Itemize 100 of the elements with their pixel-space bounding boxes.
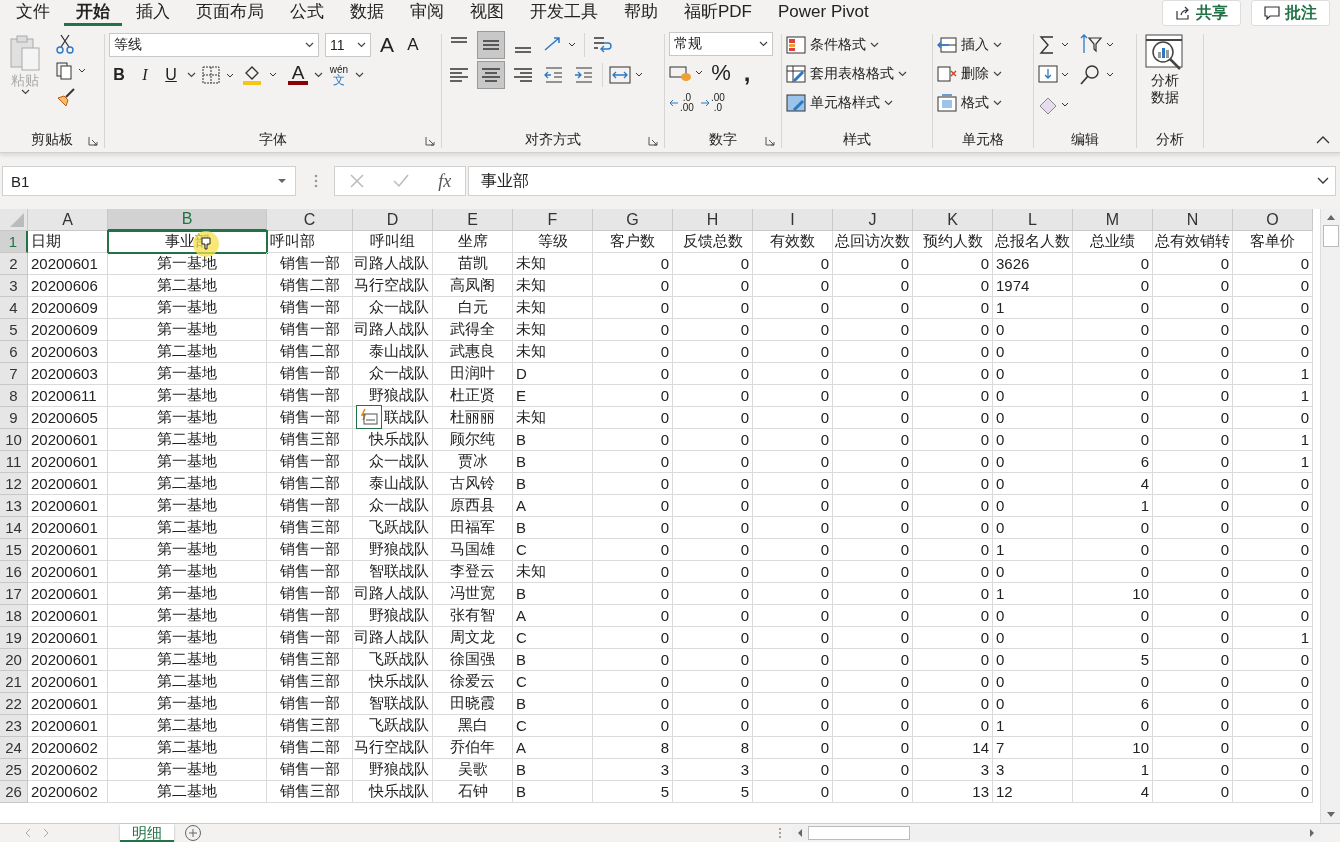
row-header[interactable]: 4	[0, 297, 28, 319]
column-header[interactable]: D	[353, 209, 433, 231]
share-button[interactable]: 共享	[1162, 0, 1241, 26]
dialog-launcher-icon[interactable]	[425, 136, 435, 146]
number-format-dropdown[interactable]: 常规	[669, 32, 773, 56]
row-header[interactable]: 2	[0, 253, 28, 275]
comments-button[interactable]: 批注	[1251, 0, 1330, 26]
column-header[interactable]: H	[673, 209, 753, 231]
vertical-scrollbar[interactable]	[1320, 209, 1340, 823]
column-header[interactable]: J	[833, 209, 913, 231]
row-header[interactable]: 25	[0, 759, 28, 781]
column-header[interactable]: M	[1073, 209, 1153, 231]
font-name-dropdown[interactable]: 等线	[109, 33, 319, 57]
row-header[interactable]: 7	[0, 363, 28, 385]
row-header[interactable]: 9	[0, 407, 28, 429]
format-painter-icon[interactable]	[56, 88, 76, 106]
grow-font-button[interactable]: A	[377, 33, 397, 57]
row-header[interactable]: 12	[0, 473, 28, 495]
caret-icon[interactable]	[898, 70, 907, 77]
row-header[interactable]: 8	[0, 385, 28, 407]
scrollbar-thumb[interactable]	[808, 826, 910, 840]
caret-icon[interactable]	[993, 41, 1002, 48]
paste-options-icon[interactable]	[356, 405, 382, 429]
row-header[interactable]: 17	[0, 583, 28, 605]
ribbon-tab[interactable]: 公式	[278, 0, 336, 26]
row-header[interactable]: 15	[0, 539, 28, 561]
row-header[interactable]: 13	[0, 495, 28, 517]
row-header[interactable]: 10	[0, 429, 28, 451]
column-header[interactable]: E	[433, 209, 513, 231]
scroll-left-icon[interactable]	[796, 828, 804, 838]
search-icon[interactable]	[1078, 64, 1116, 86]
column-header[interactable]: O	[1233, 209, 1313, 231]
insert-function-button[interactable]: fx	[438, 170, 452, 192]
dialog-launcher-icon[interactable]	[88, 136, 98, 146]
sort-filter-icon[interactable]	[1078, 34, 1116, 56]
ribbon-tab[interactable]: 审阅	[398, 0, 456, 26]
row-header[interactable]: 19	[0, 627, 28, 649]
decrease-decimal-button[interactable]: .00 .0	[699, 91, 725, 115]
currency-icon[interactable]	[669, 63, 705, 83]
caret-icon[interactable]	[993, 70, 1002, 77]
caret-icon[interactable]	[355, 72, 364, 78]
column-header[interactable]: K	[913, 209, 993, 231]
column-header[interactable]: I	[753, 209, 833, 231]
underline-button[interactable]: U	[161, 63, 181, 87]
ribbon-tab[interactable]: 数据	[338, 0, 396, 26]
ribbon-tab[interactable]: 文件	[4, 0, 62, 26]
caret-icon[interactable]	[314, 72, 323, 78]
row-header[interactable]: 26	[0, 781, 28, 803]
name-box[interactable]: B1	[2, 166, 296, 196]
row-header[interactable]: 20	[0, 649, 28, 671]
delete-cells-button[interactable]: 删除	[937, 61, 1002, 86]
add-sheet-icon[interactable]	[184, 824, 202, 842]
ribbon-tab[interactable]: Power Pivot	[766, 0, 881, 26]
font-color-button[interactable]: A	[288, 65, 308, 85]
row-header[interactable]: 23	[0, 715, 28, 737]
bold-button[interactable]: B	[109, 63, 129, 87]
ribbon-tab[interactable]: 页面布局	[184, 0, 276, 26]
scroll-right-icon[interactable]	[1308, 828, 1316, 838]
caret-icon[interactable]	[187, 72, 196, 78]
percent-button[interactable]: %	[711, 61, 731, 85]
row-header[interactable]: 1	[0, 231, 28, 253]
dialog-launcher-icon[interactable]	[765, 136, 775, 146]
ribbon-tab[interactable]: 视图	[458, 0, 516, 26]
column-header[interactable]: C	[267, 209, 353, 231]
copy-icon[interactable]	[56, 62, 86, 80]
collapse-ribbon-icon[interactable]	[1316, 136, 1330, 144]
row-header[interactable]: 21	[0, 671, 28, 693]
scroll-down-icon[interactable]	[1325, 811, 1336, 819]
caret-icon[interactable]	[993, 99, 1002, 106]
row-header[interactable]: 5	[0, 319, 28, 341]
dialog-launcher-icon[interactable]	[648, 136, 658, 146]
row-header[interactable]: 16	[0, 561, 28, 583]
column-header[interactable]: F	[513, 209, 593, 231]
column-header[interactable]: A	[28, 209, 108, 231]
column-header[interactable]: B	[108, 209, 267, 231]
analyze-data-button[interactable]: 分析 数据	[1141, 32, 1189, 108]
comma-style-button[interactable]: ,	[737, 61, 757, 85]
caret-icon[interactable]	[759, 41, 768, 47]
caret-icon[interactable]	[20, 89, 30, 95]
column-header[interactable]: N	[1153, 209, 1233, 231]
column-header[interactable]: L	[993, 209, 1073, 231]
caret-icon[interactable]	[884, 99, 893, 106]
expand-icon[interactable]	[1317, 177, 1329, 185]
italic-button[interactable]: I	[135, 63, 155, 87]
row-header[interactable]: 6	[0, 341, 28, 363]
ribbon-tab[interactable]: 福昕PDF	[672, 0, 764, 26]
scissors-icon[interactable]	[56, 34, 74, 54]
row-header[interactable]: 18	[0, 605, 28, 627]
formula-field[interactable]: 事业部	[468, 166, 1336, 196]
caret-icon[interactable]	[870, 41, 879, 48]
align-icon[interactable]	[478, 32, 504, 58]
dropdown-icon[interactable]	[277, 178, 287, 184]
ribbon-tab[interactable]: 帮助	[612, 0, 670, 26]
row-header[interactable]: 22	[0, 693, 28, 715]
insert-cells-button[interactable]: 插入	[937, 32, 1002, 57]
caret-icon[interactable]	[357, 42, 366, 48]
ribbon-tab[interactable]: 插入	[124, 0, 182, 26]
column-header[interactable]: G	[593, 209, 673, 231]
cell-styles-button[interactable]: 单元格样式	[786, 90, 893, 115]
row-header[interactable]: 14	[0, 517, 28, 539]
